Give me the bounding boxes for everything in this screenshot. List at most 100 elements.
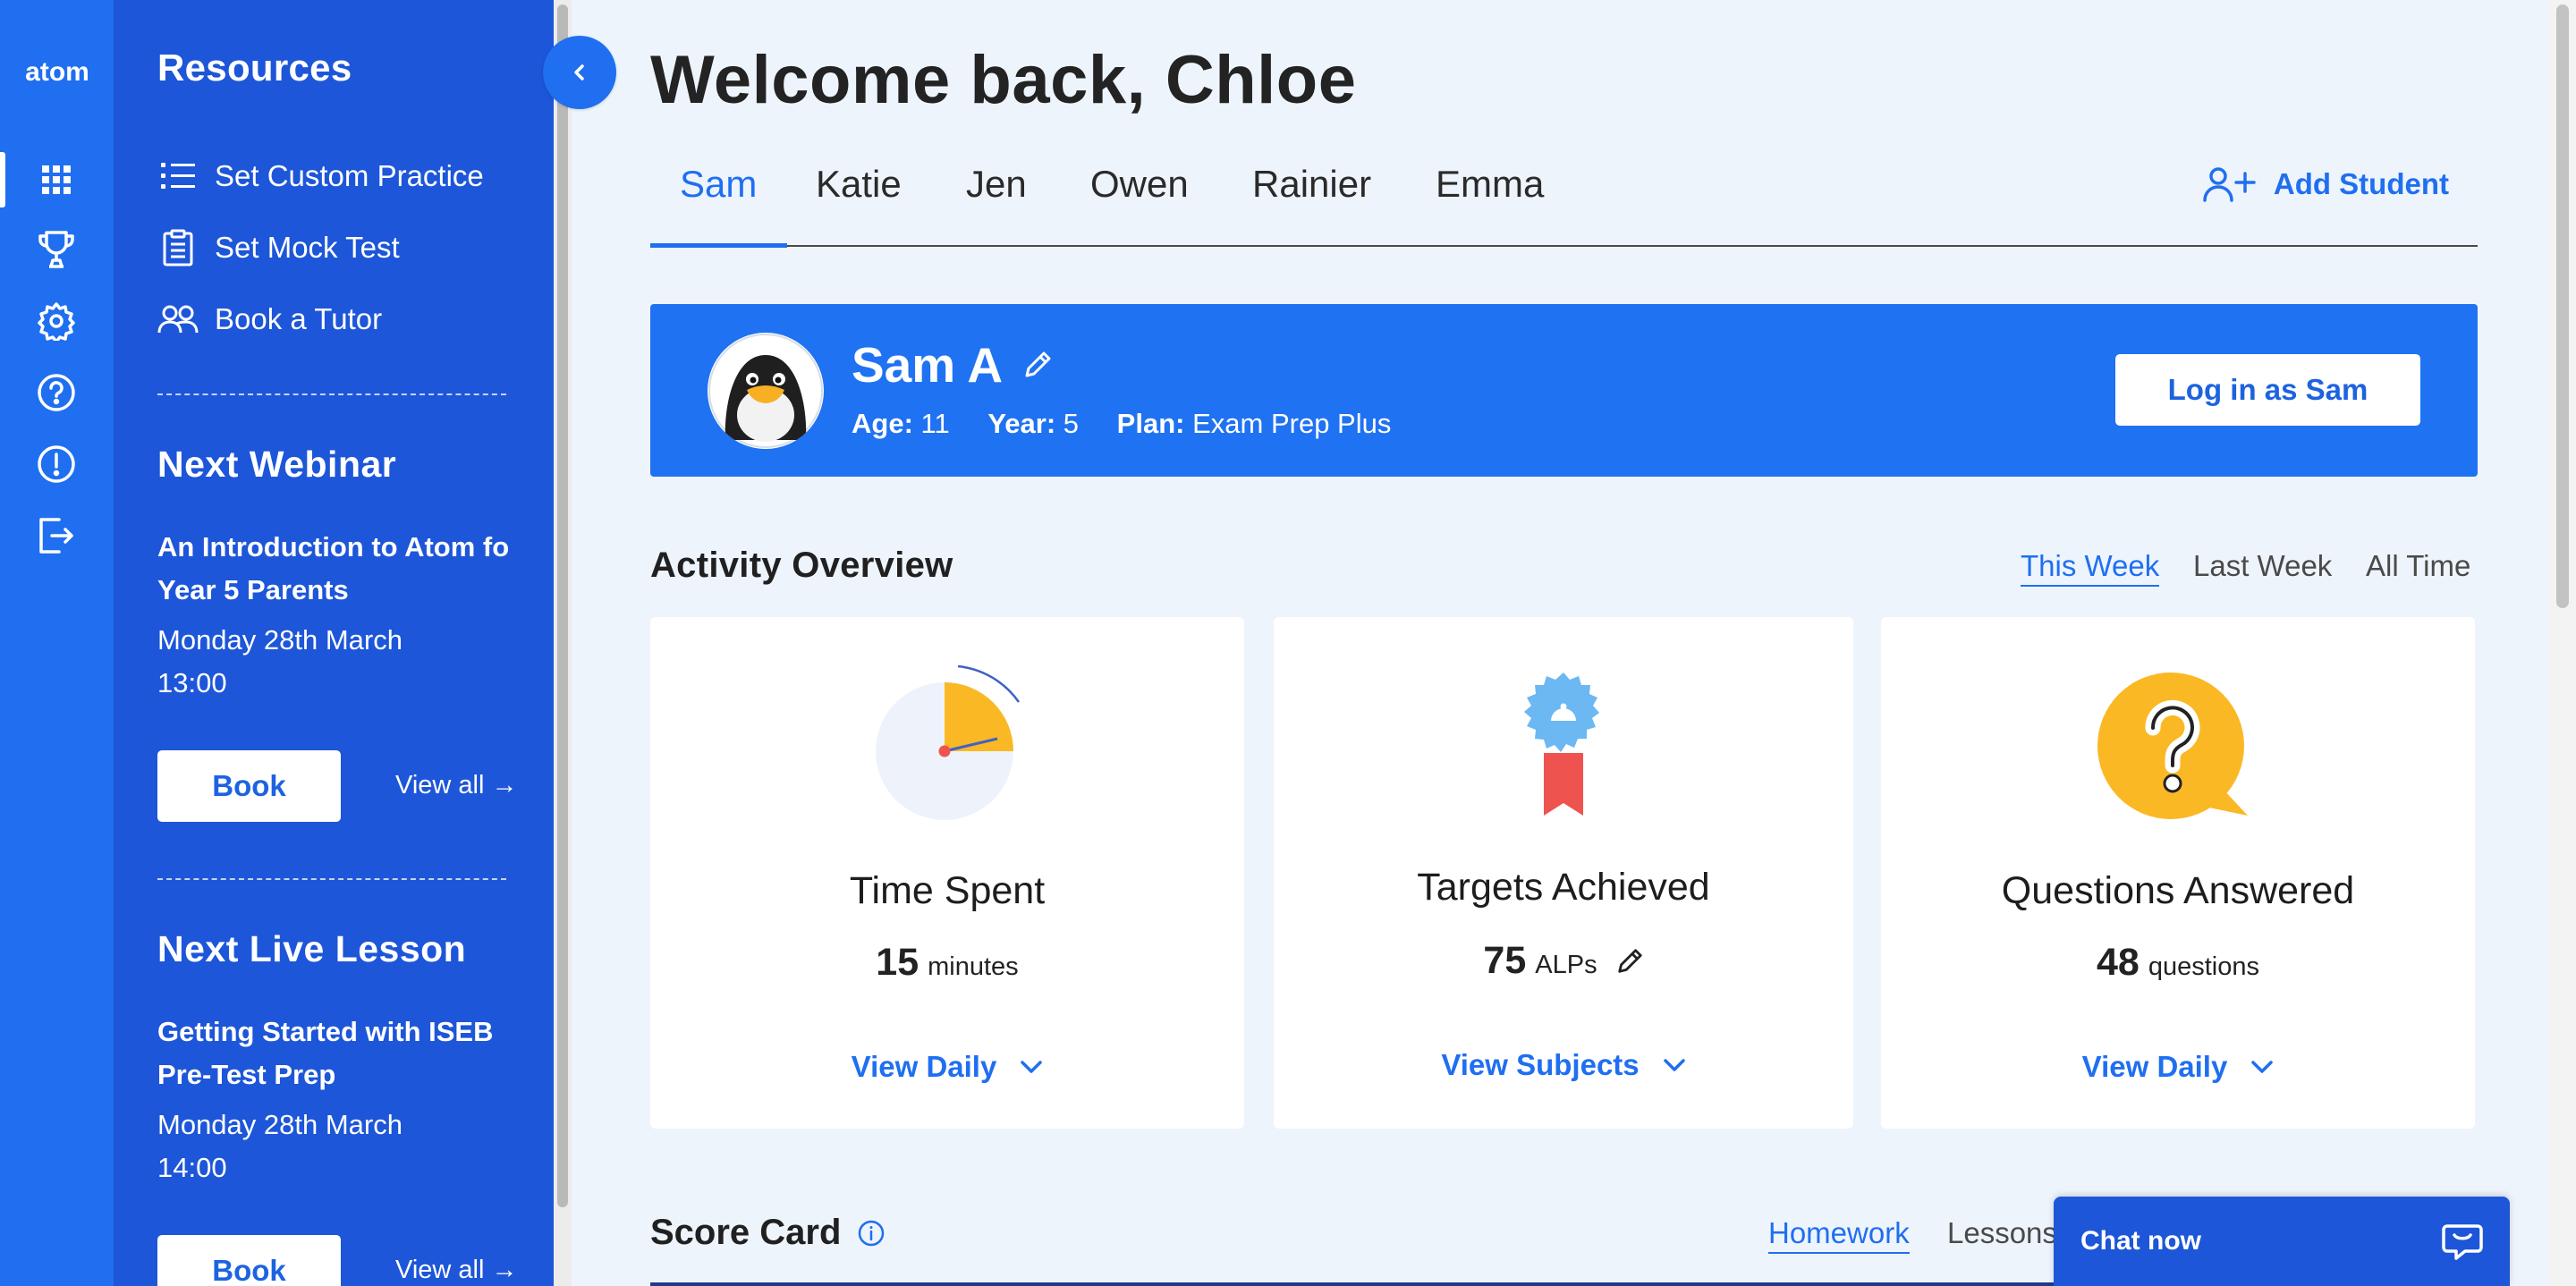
view-subjects-link[interactable]: View Subjects — [1274, 1048, 1853, 1082]
set-custom-practice-link[interactable]: Set Custom Practice — [157, 154, 484, 199]
book-a-tutor-link[interactable]: Book a Tutor — [157, 297, 382, 342]
student-meta: Age: 11 Year: 5 Plan: Exam Prep Plus — [852, 408, 1391, 440]
year-label: Year: — [987, 408, 1056, 439]
card-value-unit: ALPs — [1535, 951, 1597, 979]
icon-rail: atom — [0, 0, 114, 1286]
card-value-unit: minutes — [928, 952, 1019, 981]
card-link-label: View Daily — [2081, 1050, 2228, 1083]
chat-bubble-icon — [2442, 1224, 2483, 1260]
card-title: Questions Answered — [2001, 869, 2355, 912]
tab-katie[interactable]: Katie — [816, 163, 902, 206]
set-mock-test-link[interactable]: Set Mock Test — [157, 225, 400, 270]
active-tab-underline — [650, 243, 787, 248]
lesson-time: 14:00 — [157, 1152, 227, 1183]
penguin-icon — [708, 334, 823, 448]
next-webinar-title: Next Webinar — [157, 444, 397, 485]
tab-jen[interactable]: Jen — [966, 163, 1027, 206]
chat-now-button[interactable]: Chat now — [2054, 1197, 2510, 1286]
view-daily-link[interactable]: View Daily — [1881, 1050, 2475, 1084]
period-all-time[interactable]: All Time — [2366, 549, 2470, 583]
year-value: 5 — [1063, 408, 1080, 439]
webinar-book-button[interactable]: Book — [157, 750, 341, 822]
score-card-title: Score Card — [650, 1213, 886, 1253]
time-spent-card: Time Spent 15 minutes View Daily — [650, 617, 1244, 1129]
resource-label: Book a Tutor — [215, 302, 383, 335]
student-avatar — [708, 333, 824, 449]
tab-rainier[interactable]: Rainier — [1252, 163, 1371, 206]
log-in-as-student-button[interactable]: Log in as Sam — [2115, 354, 2420, 426]
section-divider — [157, 878, 506, 880]
alert-icon[interactable] — [34, 442, 79, 486]
student-name: Sam A — [852, 336, 1053, 393]
lesson-title-line2: Pre-Test Prep — [157, 1059, 336, 1090]
webinar-title-line2: Year 5 Parents — [157, 574, 349, 605]
age-label: Age: — [852, 408, 913, 439]
plan-value: Exam Prep Plus — [1192, 408, 1392, 439]
edit-pencil-icon[interactable] — [1022, 350, 1053, 380]
score-tab-homework[interactable]: Homework — [1768, 1216, 1910, 1254]
card-link-label: View Subjects — [1441, 1048, 1640, 1081]
lesson-book-button[interactable]: Book — [157, 1235, 341, 1286]
add-student-label: Add Student — [2273, 167, 2449, 200]
page-scrollbar-thumb[interactable] — [2556, 4, 2569, 608]
svg-text:atom: atom — [25, 57, 89, 87]
collapse-panel-button[interactable] — [543, 36, 616, 109]
people-icon — [157, 299, 199, 340]
card-title: Time Spent — [849, 869, 1046, 912]
question-bubble-icon — [2097, 673, 2248, 819]
tab-sam[interactable]: Sam — [680, 163, 757, 206]
clipboard-icon — [157, 227, 199, 268]
card-value-unit: questions — [2148, 952, 2259, 981]
tab-owen[interactable]: Owen — [1090, 163, 1189, 206]
card-value: 15 minutes — [650, 941, 1244, 985]
card-value: 75 ALPs — [1274, 939, 1853, 983]
info-icon[interactable] — [857, 1219, 886, 1248]
chevron-down-icon — [1021, 1061, 1043, 1073]
questions-answered-card: Questions Answered 48 questions View Dai… — [1881, 617, 2475, 1129]
chat-now-label: Chat now — [2080, 1226, 2201, 1256]
score-card-title-text: Score Card — [650, 1213, 842, 1252]
award-ribbon-icon — [1524, 673, 1599, 816]
webinar-view-all-link[interactable]: View all → — [395, 771, 517, 800]
card-value-number: 15 — [876, 941, 919, 984]
card-value: 48 questions — [1881, 941, 2475, 985]
resources-title: Resources — [157, 47, 352, 89]
card-link-label: View Daily — [851, 1050, 997, 1083]
card-value-number: 48 — [2097, 941, 2140, 984]
webinar-time: 13:00 — [157, 667, 227, 698]
view-daily-link[interactable]: View Daily — [650, 1050, 1244, 1084]
card-value-number: 75 — [1483, 939, 1527, 982]
activity-overview-title: Activity Overview — [650, 546, 953, 585]
card-title: Targets Achieved — [1417, 866, 1710, 909]
webinar-date: Monday 28th March — [157, 624, 402, 656]
resource-label: Set Custom Practice — [215, 159, 484, 192]
score-tab-lessons[interactable]: Lessons — [1947, 1216, 2057, 1250]
grid-icon[interactable] — [34, 157, 79, 202]
atom-logo[interactable]: atom — [13, 55, 102, 88]
panel-scrollbar[interactable] — [554, 0, 572, 1286]
chevron-down-icon — [2251, 1061, 2274, 1073]
resources-panel: Resources Set Custom Practice Set Mock T… — [114, 0, 554, 1286]
edit-pencil-icon[interactable] — [1615, 947, 1644, 976]
lesson-date: Monday 28th March — [157, 1109, 402, 1140]
help-icon[interactable] — [34, 370, 79, 415]
active-nav-indicator — [0, 152, 5, 207]
chevron-down-icon — [1663, 1059, 1685, 1071]
lesson-title-line1: Getting Started with ISEB — [157, 1016, 494, 1047]
panel-scrollbar-thumb[interactable] — [557, 4, 568, 1207]
clock-icon — [876, 664, 1021, 820]
targets-achieved-card: Targets Achieved 75 ALPs View Subjects — [1274, 617, 1853, 1129]
tab-emma[interactable]: Emma — [1436, 163, 1544, 206]
trophy-icon[interactable] — [34, 227, 79, 272]
period-last-week[interactable]: Last Week — [2193, 549, 2332, 583]
add-student-button[interactable]: Add Student — [2202, 166, 2449, 202]
welcome-heading: Welcome back, Chloe — [650, 42, 1357, 118]
next-live-lesson-title: Next Live Lesson — [157, 928, 467, 969]
period-this-week[interactable]: This Week — [2021, 549, 2160, 587]
logout-icon[interactable] — [34, 513, 79, 558]
lesson-view-all-link[interactable]: View all → — [395, 1256, 517, 1285]
student-banner: Sam A Age: 11 Year: 5 Plan: Exam Prep Pl… — [650, 304, 2478, 477]
page-scrollbar[interactable] — [2549, 0, 2576, 1286]
chevron-left-icon — [574, 64, 584, 80]
gear-icon[interactable] — [34, 299, 79, 343]
